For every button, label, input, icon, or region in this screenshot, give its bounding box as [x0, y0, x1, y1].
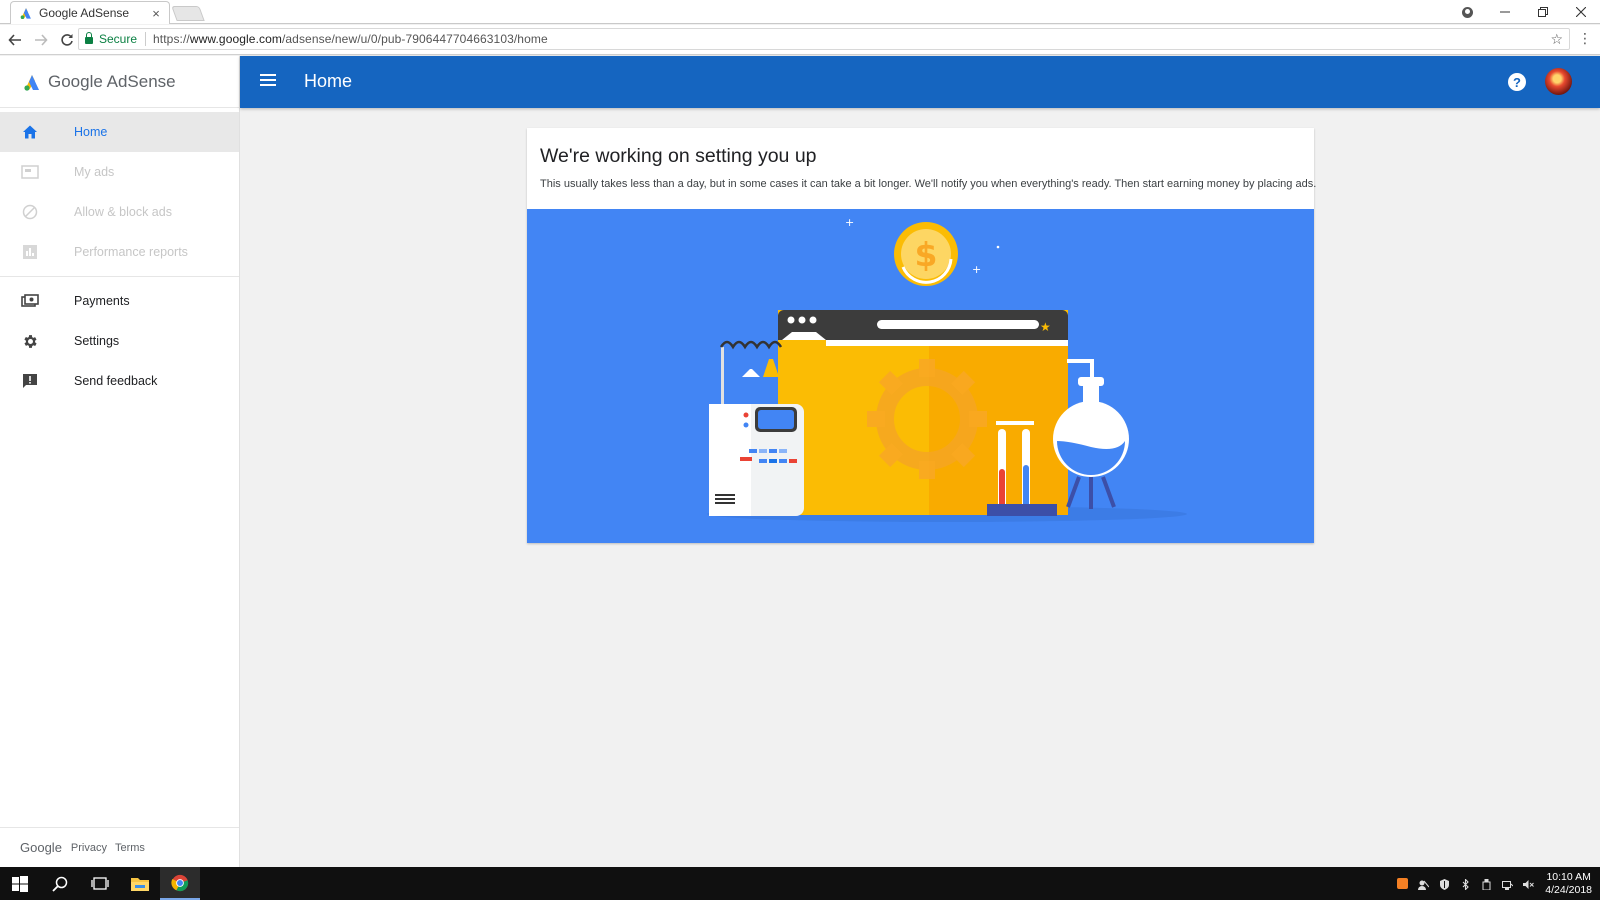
lock-icon [85, 32, 93, 44]
minimize-icon[interactable] [1486, 0, 1524, 24]
setup-card: We're working on setting you up This usu… [527, 128, 1317, 543]
url-text: https://www.google.com/adsense/new/u/0/p… [153, 32, 548, 46]
forward-arrow-icon[interactable] [30, 29, 52, 51]
tab-title: Google AdSense [39, 6, 130, 20]
profile-icon[interactable] [1448, 0, 1486, 24]
setup-illustration-graphic: + + $ ★ [707, 216, 1187, 522]
sidebar-item-settings[interactable]: Settings [0, 321, 239, 361]
block-icon [21, 203, 39, 221]
gear-icon [21, 332, 39, 350]
svg-text:★: ★ [1040, 320, 1051, 334]
sidebar-item-send-feedback[interactable]: Send feedback [0, 361, 239, 401]
browser-toolbar: Secure https://www.google.com/adsense/ne… [0, 25, 1600, 55]
card-description: This usually takes less than a day, but … [540, 178, 1317, 190]
clock-date: 4/24/2018 [1545, 883, 1592, 896]
system-tray: 10:10 AM 4/24/2018 [1392, 867, 1592, 900]
ads-icon [21, 163, 39, 181]
address-bar[interactable]: Secure https://www.google.com/adsense/ne… [78, 28, 1570, 50]
bar-chart-icon [21, 243, 39, 261]
svg-text:+: + [972, 263, 981, 276]
back-arrow-icon[interactable] [4, 29, 26, 51]
close-window-icon[interactable] [1562, 0, 1600, 24]
tab-close-icon[interactable]: × [149, 6, 163, 21]
page-title: Home [304, 71, 353, 91]
sidebar-item-payments[interactable]: Payments [0, 281, 239, 321]
volume-muted-icon[interactable] [1523, 878, 1535, 889]
card-title: We're working on setting you up [540, 145, 817, 167]
footer-privacy-link[interactable]: Privacy [71, 842, 107, 854]
people-icon[interactable] [1418, 878, 1430, 890]
svg-text:$: $ [915, 235, 938, 274]
hamburger-menu-icon[interactable] [260, 74, 276, 88]
window-controls [1448, 0, 1600, 24]
secure-label: Secure [99, 32, 138, 46]
help-icon[interactable]: ? [1508, 73, 1526, 91]
search-icon[interactable] [40, 867, 80, 900]
chrome-taskbar-icon[interactable] [160, 867, 200, 900]
app-header: Home ? [240, 56, 1600, 108]
browser-menu-icon[interactable]: ⋮ [1578, 30, 1592, 47]
network-icon[interactable] [1502, 878, 1514, 890]
windows-start-icon[interactable] [0, 867, 40, 900]
shield-icon[interactable] [1439, 878, 1450, 890]
bookmark-star-icon[interactable]: ☆ [1550, 31, 1563, 48]
restore-icon[interactable] [1524, 0, 1562, 24]
coin-icon: $ [894, 222, 958, 286]
taskbar-clock[interactable]: 10:10 AM 4/24/2018 [1545, 871, 1592, 897]
bluetooth-icon[interactable] [1460, 878, 1471, 891]
new-tab-button[interactable] [171, 6, 205, 21]
footer-google-logo: Google [20, 840, 62, 855]
sidebar-item-allow-block-ads[interactable]: Allow & block ads [0, 192, 239, 232]
browser-tab[interactable]: Google AdSense × [10, 1, 170, 24]
adsense-favicon-icon [19, 6, 33, 20]
avatar[interactable] [1545, 68, 1572, 95]
home-icon [21, 123, 39, 141]
reload-icon[interactable] [56, 29, 78, 51]
feedback-icon [21, 372, 39, 390]
sidebar-nav-secondary: Payments Settings Send feedback [0, 277, 239, 405]
clock-time: 10:10 AM [1546, 870, 1591, 883]
usb-icon[interactable] [1481, 878, 1492, 891]
sidebar-nav-primary: Home My ads Allow & block ads Performanc… [0, 108, 239, 277]
app-tray-icon[interactable] [1397, 878, 1409, 889]
adsense-logo-icon [22, 72, 42, 92]
brand-name: Google AdSense [48, 71, 176, 91]
task-view-icon[interactable] [80, 867, 120, 900]
sidebar-footer: Google Privacy Terms [0, 827, 239, 867]
setup-illustration: + + $ ★ [527, 209, 1314, 543]
sidebar-item-my-ads[interactable]: My ads [0, 152, 239, 192]
browser-tab-strip: Google AdSense × [0, 0, 1600, 24]
adsense-logo[interactable]: Google AdSense [0, 56, 239, 108]
sidebar-item-performance-reports[interactable]: Performance reports [0, 232, 239, 272]
windows-taskbar: 10:10 AM 4/24/2018 [0, 867, 1600, 900]
payments-icon [21, 292, 39, 310]
footer-terms-link[interactable]: Terms [115, 842, 145, 854]
svg-text:+: + [845, 216, 854, 229]
sidebar-item-home[interactable]: Home [0, 112, 239, 152]
file-explorer-icon[interactable] [120, 867, 160, 900]
sidebar: Google AdSense Home My ads Allow & block… [0, 56, 240, 867]
